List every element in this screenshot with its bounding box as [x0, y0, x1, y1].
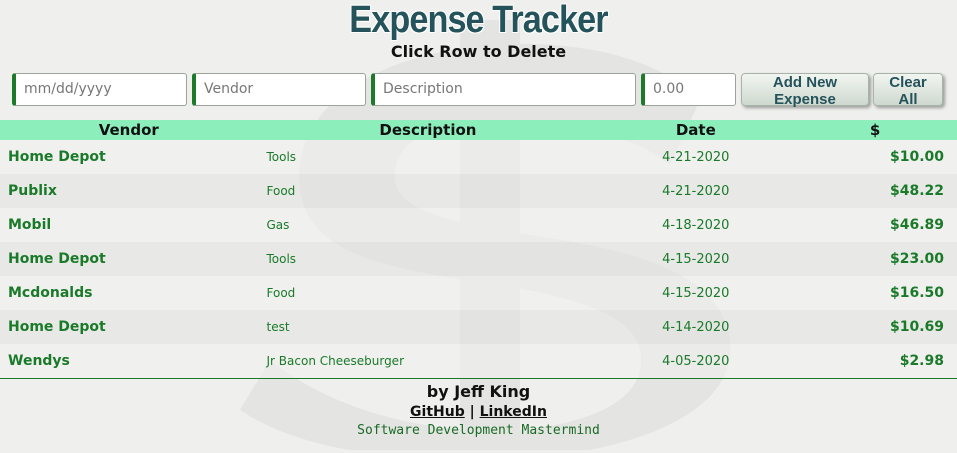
description-input[interactable]	[371, 72, 636, 106]
date-input[interactable]	[12, 72, 187, 106]
table-divider	[0, 378, 957, 379]
footer-links: GitHub | LinkedIn	[0, 402, 957, 422]
vendor-cell: Home Depot	[8, 149, 106, 165]
description-cell: Tools	[266, 150, 297, 164]
amount-cell: $46.89	[889, 217, 944, 233]
column-header-amount: $	[869, 121, 881, 139]
footer: by Jeff King GitHub | LinkedIn Software …	[0, 382, 957, 440]
vendor-cell: Home Depot	[8, 319, 106, 335]
expense-form: Add New Expense Clear All	[0, 72, 957, 108]
description-cell: Gas	[266, 218, 290, 232]
page-title: Expense Tracker	[349, 0, 608, 41]
date-cell: 4-15-2020	[662, 251, 730, 267]
date-cell: 4-05-2020	[662, 353, 730, 369]
author-byline: by Jeff King	[426, 382, 531, 401]
add-expense-button[interactable]: Add New Expense	[741, 72, 869, 108]
vendor-cell: Mcdonalds	[8, 285, 93, 301]
column-header-description: Description	[379, 121, 477, 139]
description-cell: Food	[266, 286, 296, 300]
expense-table: Vendor Description Date $ Home Depot Too…	[0, 120, 957, 378]
column-header-date: Date	[675, 121, 716, 139]
link-separator: |	[469, 404, 475, 420]
amount-cell: $10.00	[889, 149, 944, 165]
vendor-cell: Home Depot	[8, 251, 106, 267]
date-cell: 4-21-2020	[662, 149, 730, 165]
date-cell: 4-21-2020	[662, 183, 730, 199]
date-cell: 4-18-2020	[662, 217, 730, 233]
description-cell: Jr Bacon Cheeseburger	[266, 354, 405, 368]
amount-cell: $10.69	[889, 319, 944, 335]
vendor-input[interactable]	[192, 72, 366, 106]
table-row[interactable]: Home Depot test 4-14-2020 $10.69	[0, 310, 957, 344]
amount-cell: $2.98	[899, 353, 944, 369]
description-cell: test	[266, 320, 290, 334]
table-row[interactable]: Home Depot Tools 4-21-2020 $10.00	[0, 140, 957, 174]
amount-cell: $23.00	[889, 251, 944, 267]
table-header-row: Vendor Description Date $	[0, 120, 957, 140]
date-cell: 4-14-2020	[662, 319, 730, 335]
amount-cell: $48.22	[889, 183, 944, 199]
table-row[interactable]: Publix Food 4-21-2020 $48.22	[0, 174, 957, 208]
table-row[interactable]: Mcdonalds Food 4-15-2020 $16.50	[0, 276, 957, 310]
vendor-cell: Publix	[8, 183, 57, 199]
linkedin-link[interactable]: LinkedIn	[480, 404, 547, 420]
amount-cell: $16.50	[889, 285, 944, 301]
column-header-vendor: Vendor	[98, 121, 159, 139]
table-row[interactable]: Home Depot Tools 4-15-2020 $23.00	[0, 242, 957, 276]
github-link[interactable]: GitHub	[410, 404, 465, 420]
table-row[interactable]: Wendys Jr Bacon Cheeseburger 4-05-2020 $…	[0, 344, 957, 378]
description-cell: Food	[266, 184, 296, 198]
vendor-cell: Mobil	[8, 217, 52, 233]
instruction-text: Click Row to Delete	[390, 42, 567, 61]
description-cell: Tools	[266, 252, 297, 266]
clear-all-button[interactable]: Clear All	[873, 72, 943, 108]
vendor-cell: Wendys	[8, 353, 70, 369]
brand-text: Software Development Mastermind	[357, 423, 600, 438]
table-row[interactable]: Mobil Gas 4-18-2020 $46.89	[0, 208, 957, 242]
date-cell: 4-15-2020	[662, 285, 730, 301]
amount-input[interactable]	[641, 72, 736, 106]
